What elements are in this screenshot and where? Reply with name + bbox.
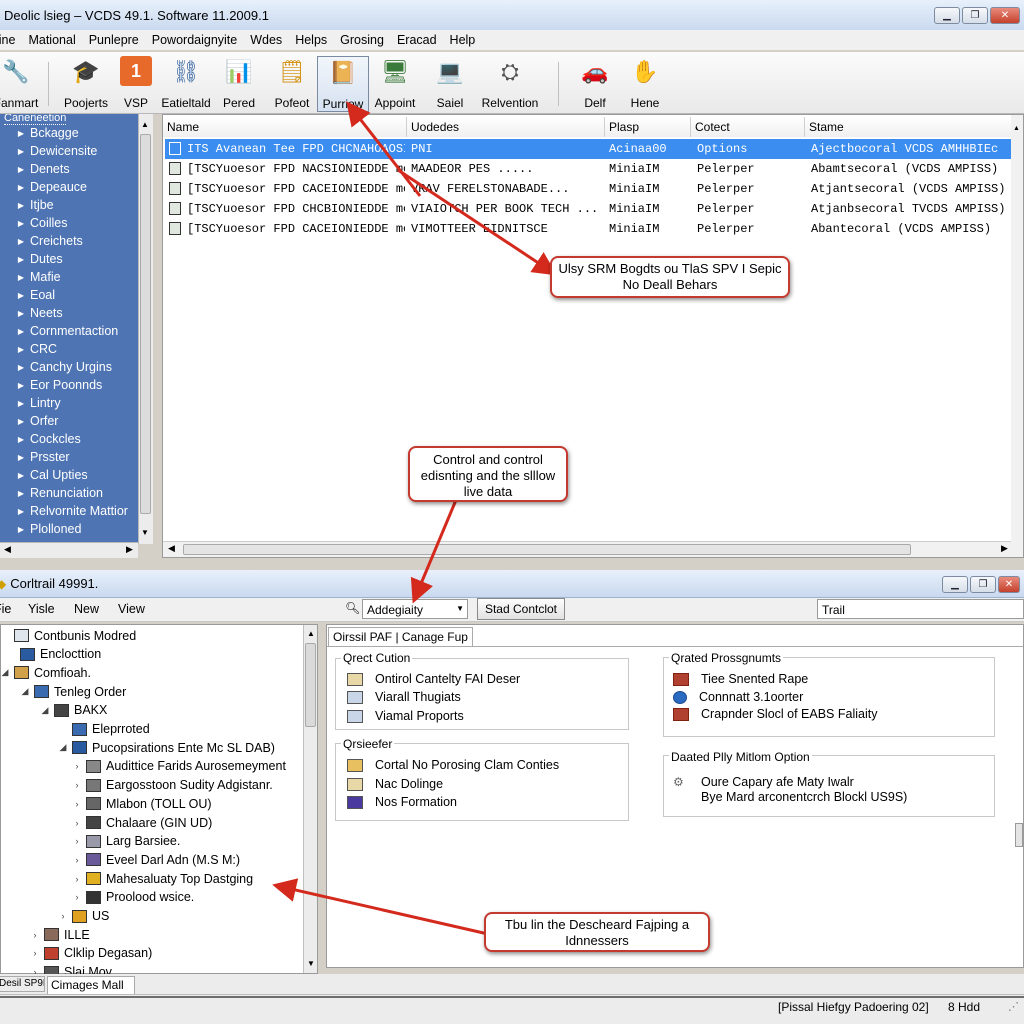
arrow-to-tree-item — [272, 878, 489, 936]
callout-bottom: Tbu lin the Descheard Fajping a Idnnesse… — [484, 912, 710, 952]
arrow-from-top-callout — [397, 168, 558, 276]
arrow-to-sub-toolbar — [410, 499, 458, 604]
callout-top: Ulsy SRM Bogdts ou TlaS SPV I Sepic No D… — [550, 256, 790, 298]
arrow-to-purriow — [346, 101, 422, 197]
annotation-arrows — [272, 101, 558, 936]
callout-middle: Control and control edisnting and the sl… — [408, 446, 568, 502]
